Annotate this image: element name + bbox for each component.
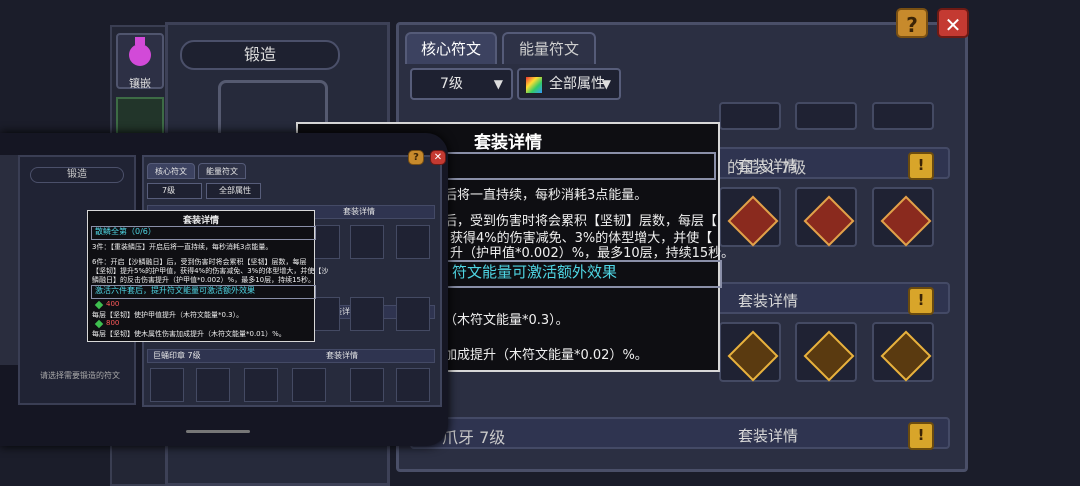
rune-icon (727, 195, 779, 247)
overlay-forge-title: 锻造 (30, 167, 124, 183)
attribute-value: 全部属性 (549, 76, 605, 92)
chevron-down-icon: ▼ (493, 77, 503, 91)
coin-icon[interactable]: ! (908, 152, 934, 180)
overlay-level-value: 7级 (162, 186, 176, 195)
rune-slot[interactable] (795, 322, 857, 382)
overlay-set-title: 巨蛹印章 7级 (153, 351, 201, 360)
overlay-set-name-bar: 散鳞全第（0/6） (91, 226, 316, 240)
rune-slot[interactable] (872, 187, 934, 247)
popup-text: （木符文能量*0.3）。 (444, 313, 569, 328)
green-gem-icon (94, 300, 104, 310)
set-detail-label[interactable]: 套装详情 (738, 290, 798, 311)
coin-icon[interactable]: ! (908, 422, 934, 450)
popup-text: 后将一直持续，每秒消耗3点能量。 (444, 188, 648, 203)
popup-text: 加成提升（木符文能量*0.02）%。 (444, 348, 648, 363)
overlay-activate-bar: 激活六件套后，提升符文能量可激活额外效果 (91, 285, 316, 299)
rune-slot[interactable] (872, 322, 934, 382)
rune-slot[interactable] (795, 102, 857, 130)
rune-slot[interactable] (719, 187, 781, 247)
overlay-rune-slot[interactable] (350, 297, 384, 331)
overlay-level-dropdown[interactable]: 7级 (147, 183, 202, 199)
help-button[interactable]: ? (896, 8, 928, 38)
overlay-popup-text: 3件：【重装鳞压】开启后将一直持续，每秒消耗3点能量。 (92, 243, 273, 251)
overlay-attr-dropdown[interactable]: 全部属性 (206, 183, 261, 199)
overlay-side-strip (0, 155, 18, 365)
set-detail-label[interactable]: 套装详情 (738, 155, 798, 176)
overlay-rune-slot[interactable] (350, 368, 384, 402)
rune-icon (727, 330, 779, 382)
green-gem-icon (94, 319, 104, 329)
level-value: 7级 (440, 76, 463, 92)
overlay-set-detail-popup: 套装详情 散鳞全第（0/6） 3件：【重装鳞压】开启后将一直持续，每秒消耗3点能… (87, 210, 328, 342)
tab-energy-runes[interactable]: 能量符文 (502, 32, 596, 64)
inlay-label: 镶嵌 (129, 77, 151, 90)
overlay-rune-slot[interactable] (396, 225, 430, 259)
set-header: 爪牙 7级 套装详情 ! (410, 417, 950, 450)
rainbow-attribute-icon (525, 76, 543, 94)
rune-icon (880, 195, 932, 247)
rune-slot[interactable] (795, 187, 857, 247)
set-title: 爪牙 7级 (442, 428, 506, 447)
overlay-popup-title: 套装详情 (182, 216, 219, 226)
coin-icon[interactable]: ! (908, 287, 934, 315)
home-indicator (186, 430, 250, 433)
rune-slot[interactable] (719, 322, 781, 382)
overlay-rune-slot[interactable] (396, 368, 430, 402)
overlay-rune-slot[interactable] (350, 225, 384, 259)
potion-icon[interactable]: 镶嵌 (116, 33, 164, 90)
rune-icon (803, 330, 855, 382)
overlay-close-button[interactable]: ✕ (430, 150, 446, 165)
chevron-down-icon: ▼ (601, 77, 611, 91)
popup-text: 升（护甲值*0.002）%，最多10层，持续15秒。 (450, 246, 735, 261)
overlay-tab-energy[interactable]: 能量符文 (198, 163, 246, 179)
set-detail-label[interactable]: 套装详情 (738, 425, 798, 446)
overlay-tab-core[interactable]: 核心符文 (147, 163, 195, 179)
level-dropdown[interactable]: 7级 ▼ (410, 68, 513, 100)
overlay-attr-value: 全部属性 (219, 186, 251, 195)
rune-icon (803, 195, 855, 247)
rune-icon (880, 330, 932, 382)
rune-slot[interactable] (872, 102, 934, 130)
overlay-set-header: 巨蛹印章 7级 套装详情 (147, 349, 435, 363)
overlay-rune-slot[interactable] (244, 368, 278, 402)
overlay-energy-value: 800 (106, 319, 120, 327)
rune-slot[interactable] (719, 102, 781, 130)
forge-title: 锻造 (180, 40, 340, 70)
tab-core-runes[interactable]: 核心符文 (405, 32, 497, 64)
overlay-set-detail-label[interactable]: 套装详情 (343, 206, 375, 218)
overlay-help-button[interactable]: ? (408, 150, 424, 165)
overlay-rune-slot[interactable] (150, 368, 184, 402)
attribute-dropdown[interactable]: 全部属性 ▼ (517, 68, 621, 100)
overlay-popup-text: 每层【坚韧】使木属性伤害加成提升（木符文能量*0.01）%。 (92, 330, 286, 338)
overlay-rune-slot[interactable] (196, 368, 230, 402)
overlay-popup-text: 鳞融日】的反击伤害提升（护甲值*0.002）%，最多10层，持续15秒。 (92, 276, 316, 284)
close-button[interactable]: ✕ (937, 8, 969, 38)
overlay-energy-value: 400 (106, 300, 120, 308)
popup-set-name-bar (444, 152, 716, 180)
overlay-rune-slot[interactable] (292, 368, 326, 402)
overlay-forge-hint: 请选择需要锻造的符文 (40, 371, 120, 380)
popup-activate-bar: 符文能量可激活额外效果 (444, 260, 722, 288)
overlay-rune-slot[interactable] (396, 297, 430, 331)
overlay-set-detail-label[interactable]: 套装详情 (326, 350, 358, 362)
